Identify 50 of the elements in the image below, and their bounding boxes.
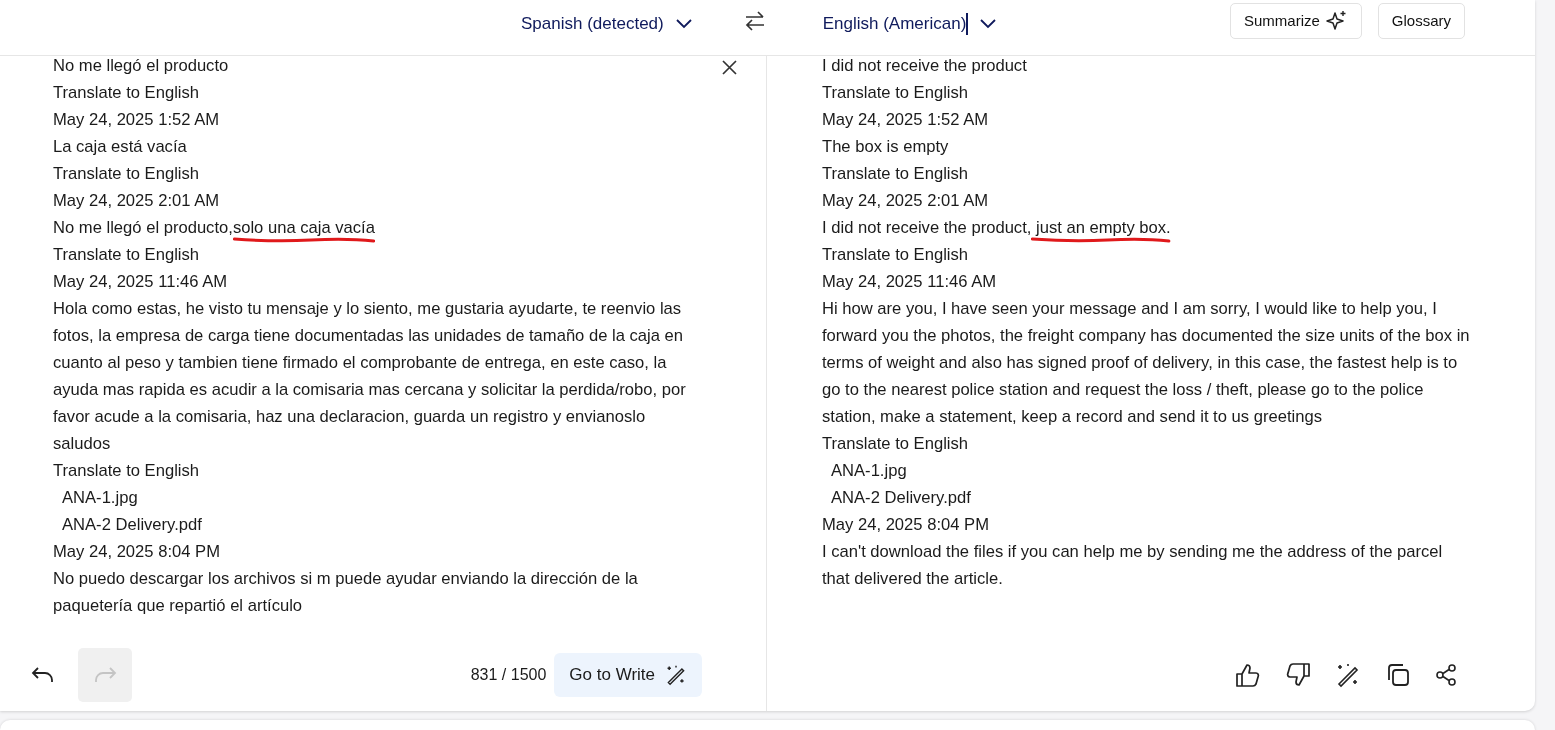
- text-line: May 24, 2025 11:46 AM: [53, 271, 228, 293]
- summarize-button[interactable]: Summarize: [1229, 3, 1362, 39]
- source-language-selector[interactable]: Spanish (detected): [521, 11, 664, 37]
- attachment-name: ANA-1.jpg: [830, 460, 907, 482]
- thumbs-down-icon[interactable]: [1285, 662, 1311, 688]
- chevron-down-icon: [980, 18, 997, 29]
- attachment-name: ANA-1.jpg: [61, 487, 138, 509]
- magic-wand-icon: [665, 664, 687, 686]
- text-line: No me llegó el producto,solo una caja vacía: [53, 214, 375, 241]
- text-line: Translate to English: [53, 244, 200, 266]
- magic-wand-icon[interactable]: [1335, 662, 1361, 688]
- text-line: La caja está vacía: [53, 136, 187, 158]
- text-line: Hi how are you, I have seen your message and I am sorry, I would like to help you, I forward you the photos, the freight company has documented the size units of the box in terms of weight and also has signed proof of delivery, in this case, the fastest help is to go to the nearest police station and request the loss / theft, please go to the police station, make a statement, keep a record and send it to us greetings: [822, 298, 1471, 428]
- thumbs-up-icon[interactable]: [1235, 662, 1261, 688]
- text-line: May 24, 2025 2:01 AM: [53, 190, 220, 212]
- text-line: Translate to English: [822, 433, 969, 455]
- text-line: No puedo descargar los archivos si m puede ayudar enviando la dirección de la paquetería que repartió el artículo: [53, 568, 639, 617]
- swap-icon[interactable]: [743, 11, 766, 31]
- target-language-selector[interactable]: English (American): [822, 11, 967, 37]
- text-line: Hola como estas, he visto tu mensaje y lo siento, me gustaria ayudarte, te reenvio las fotos, la empresa de carga tiene documentadas las unidades de tamaño de la caja en cuanto al peso y tambien tiene firmado el comprobante de entrega, en este caso, la ayuda mas rapida es acudir a la comisaria mas cercana y solicitar la perdida/robo, por favor acude a la comisaria, haz una declaracion, guarda un registro y envianoslo saludos: [53, 298, 687, 455]
- text-cursor: [966, 12, 969, 35]
- copy-icon[interactable]: [1385, 662, 1411, 688]
- glossary-button[interactable]: Glossary: [1377, 3, 1465, 39]
- attachment-name: ANA-2 Delivery.pdf: [830, 487, 971, 509]
- text-line: No me llegó el producto: [53, 55, 229, 77]
- text-line: May 24, 2025 1:52 AM: [822, 109, 989, 131]
- character-count: 831 / 1500: [470, 665, 547, 685]
- close-icon[interactable]: [722, 60, 737, 75]
- text-line: May 24, 2025 11:46 AM: [822, 271, 997, 293]
- text-line: I did not receive the product, just an empty box.: [822, 214, 1171, 241]
- share-icon[interactable]: [1435, 664, 1457, 686]
- chevron-down-icon: [675, 18, 692, 29]
- redo-icon: [92, 665, 118, 685]
- text-line: I did not receive the product: [822, 55, 1027, 77]
- text-line: May 24, 2025 1:52 AM: [53, 109, 220, 131]
- text-line: Translate to English: [53, 82, 200, 104]
- undo-icon: [30, 665, 56, 685]
- text-line: Translate to English: [822, 82, 969, 104]
- text-line: Translate to English: [822, 244, 969, 266]
- go-to-write-button[interactable]: Go to Write: [554, 653, 702, 697]
- sparkle-icon: [1325, 10, 1348, 32]
- text-line: May 24, 2025 8:04 PM: [822, 514, 989, 536]
- text-line: May 24, 2025 2:01 AM: [822, 190, 989, 212]
- text-line: The box is empty: [822, 136, 949, 158]
- attachment-name: ANA-2 Delivery.pdf: [61, 514, 202, 536]
- text-line: Translate to English: [53, 460, 200, 482]
- text-line: Translate to English: [822, 163, 969, 185]
- text-line: I can't download the files if you can help me by sending me the address of the parcel that delivered the article.: [822, 541, 1444, 590]
- text-line: Translate to English: [53, 163, 200, 185]
- text-line: May 24, 2025 8:04 PM: [53, 541, 220, 563]
